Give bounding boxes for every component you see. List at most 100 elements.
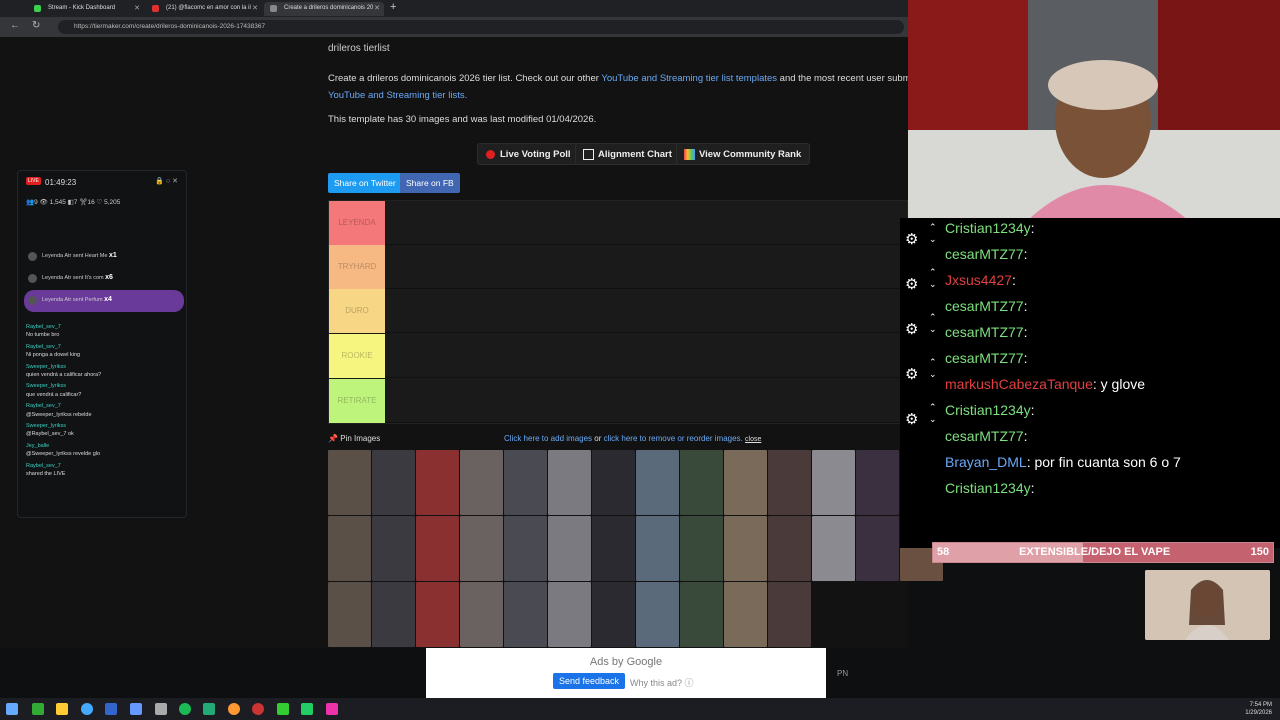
tab-kick-dashboard[interactable]: Stream - Kick Dashboard ✕: [28, 2, 144, 16]
tier-image-thumbnail[interactable]: [328, 516, 371, 581]
chevron-up-icon[interactable]: ⌃: [929, 357, 937, 368]
tier-image-thumbnail[interactable]: [460, 516, 503, 581]
start-icon[interactable]: [6, 703, 18, 715]
chevron-down-icon[interactable]: ⌄: [929, 414, 937, 425]
app-icon[interactable]: [252, 703, 264, 715]
url-input[interactable]: https://tiermaker.com/create/drileros-do…: [58, 20, 904, 34]
tier-image-thumbnail[interactable]: [724, 450, 767, 515]
gear-icon[interactable]: ⚙: [905, 230, 918, 248]
chat-username[interactable]: Raybel_sev_7: [26, 323, 186, 331]
breadcrumb[interactable]: drileros tierlist: [328, 43, 390, 54]
tier-image-thumbnail[interactable]: [724, 516, 767, 581]
tier-label-leyenda[interactable]: LEYENDA: [329, 201, 385, 245]
share-twitter-button[interactable]: Share on Twitter: [328, 173, 402, 193]
tier-image-thumbnail[interactable]: [768, 582, 811, 647]
tier-row[interactable]: [385, 201, 909, 245]
tier-image-thumbnail[interactable]: [636, 450, 679, 515]
app-icon[interactable]: [155, 703, 167, 715]
tier-label-duro[interactable]: DURO: [329, 289, 385, 333]
send-feedback-button[interactable]: Send feedback: [553, 673, 626, 689]
app-icon[interactable]: [105, 703, 117, 715]
youtube-templates-link[interactable]: YouTube and Streaming tier list template…: [601, 73, 777, 84]
tier-row[interactable]: [385, 245, 909, 289]
system-clock[interactable]: 7:54 PM 1/29/2026: [1245, 701, 1272, 717]
chat-username[interactable]: Sweeper_lyrikss: [26, 422, 186, 430]
kick-icon[interactable]: [277, 703, 289, 715]
tier-image-thumbnail[interactable]: [548, 516, 591, 581]
chevron-up-icon[interactable]: ⌃: [929, 222, 937, 233]
tier-image-thumbnail[interactable]: [636, 516, 679, 581]
tier-row[interactable]: [385, 334, 909, 378]
new-tab-button[interactable]: +: [390, 1, 396, 13]
chevron-down-icon[interactable]: ⌄: [929, 324, 937, 335]
chevron-down-icon[interactable]: ⌄: [929, 234, 937, 245]
tier-image-thumbnail[interactable]: [592, 516, 635, 581]
spotify-icon[interactable]: [179, 703, 191, 715]
app-icon[interactable]: [32, 703, 44, 715]
back-icon[interactable]: ←: [10, 20, 20, 31]
tier-image-thumbnail[interactable]: [856, 450, 899, 515]
tier-image-thumbnail[interactable]: [724, 582, 767, 647]
tier-image-thumbnail[interactable]: [328, 582, 371, 647]
alignment-chart-button[interactable]: Alignment Chart: [575, 143, 681, 165]
tier-image-thumbnail[interactable]: [504, 450, 547, 515]
tier-image-thumbnail[interactable]: [504, 582, 547, 647]
chat-username[interactable]: Sweeper_lyrikss: [26, 363, 186, 371]
tier-image-thumbnail[interactable]: [416, 516, 459, 581]
app-icon[interactable]: [203, 703, 215, 715]
chevron-up-icon[interactable]: ⌃: [929, 267, 937, 278]
close-link[interactable]: close: [745, 436, 761, 443]
live-voting-button[interactable]: Live Voting Poll: [477, 143, 580, 165]
steam-icon[interactable]: [130, 703, 142, 715]
close-icon[interactable]: ✕: [134, 4, 140, 12]
tier-row[interactable]: [385, 379, 909, 423]
tier-image-thumbnail[interactable]: [460, 450, 503, 515]
tier-label-rookie[interactable]: ROOKIE: [329, 334, 385, 378]
tier-image-thumbnail[interactable]: [856, 516, 899, 581]
tier-image-thumbnail[interactable]: [372, 582, 415, 647]
lock-close-icons[interactable]: 🔒 ○ ✕: [155, 177, 178, 185]
tier-image-thumbnail[interactable]: [548, 582, 591, 647]
tier-image-thumbnail[interactable]: [328, 450, 371, 515]
youtube-lists-link[interactable]: YouTube and Streaming tier lists.: [328, 90, 467, 101]
tier-image-thumbnail[interactable]: [460, 582, 503, 647]
chrome-icon[interactable]: [81, 703, 93, 715]
chevron-up-icon[interactable]: ⌃: [929, 312, 937, 323]
share-fb-button[interactable]: Share on FB: [400, 173, 460, 193]
tier-image-thumbnail[interactable]: [636, 582, 679, 647]
community-rank-button[interactable]: View Community Rank: [676, 143, 811, 165]
tier-image-thumbnail[interactable]: [812, 450, 855, 515]
tier-label-retirate[interactable]: RETIRATE: [329, 379, 385, 423]
tier-label-tryhard[interactable]: TRYHARD: [329, 245, 385, 289]
chat-username[interactable]: Jey_balle: [26, 442, 186, 450]
chat-username[interactable]: Raybel_sev_7: [26, 343, 186, 351]
add-images-link[interactable]: Click here to add images: [504, 434, 592, 443]
tier-image-thumbnail[interactable]: [372, 450, 415, 515]
tier-image-thumbnail[interactable]: [680, 516, 723, 581]
gear-icon[interactable]: ⚙: [905, 275, 918, 293]
close-icon[interactable]: ✕: [252, 4, 258, 12]
tier-image-thumbnail[interactable]: [592, 450, 635, 515]
chat-username[interactable]: Raybel_sev_7: [26, 402, 186, 410]
gear-icon[interactable]: ⚙: [905, 320, 918, 338]
pin-images-toggle[interactable]: Pin Images: [340, 434, 380, 443]
tier-image-thumbnail[interactable]: [592, 582, 635, 647]
tab-tiktok[interactable]: (21) @flacomc en amor con la il ✕: [146, 2, 262, 16]
tier-image-thumbnail[interactable]: [504, 516, 547, 581]
gear-icon[interactable]: ⚙: [905, 410, 918, 428]
tier-image-thumbnail[interactable]: [416, 450, 459, 515]
chevron-down-icon[interactable]: ⌄: [929, 369, 937, 380]
tier-image-thumbnail[interactable]: [812, 516, 855, 581]
tier-row[interactable]: [385, 289, 909, 333]
chat-username[interactable]: Sweeper_lyrikss: [26, 382, 186, 390]
tier-image-thumbnail[interactable]: [548, 450, 591, 515]
chevron-up-icon[interactable]: ⌃: [929, 402, 937, 413]
tier-image-thumbnail[interactable]: [768, 450, 811, 515]
whatsapp-icon[interactable]: [301, 703, 313, 715]
remove-images-link[interactable]: click here to remove or reorder images.: [604, 434, 743, 443]
tier-image-thumbnail[interactable]: [680, 582, 723, 647]
tier-image-thumbnail[interactable]: [372, 516, 415, 581]
picture-in-picture[interactable]: [1145, 570, 1270, 640]
tier-image-thumbnail[interactable]: [680, 450, 723, 515]
folder-icon[interactable]: [56, 703, 68, 715]
